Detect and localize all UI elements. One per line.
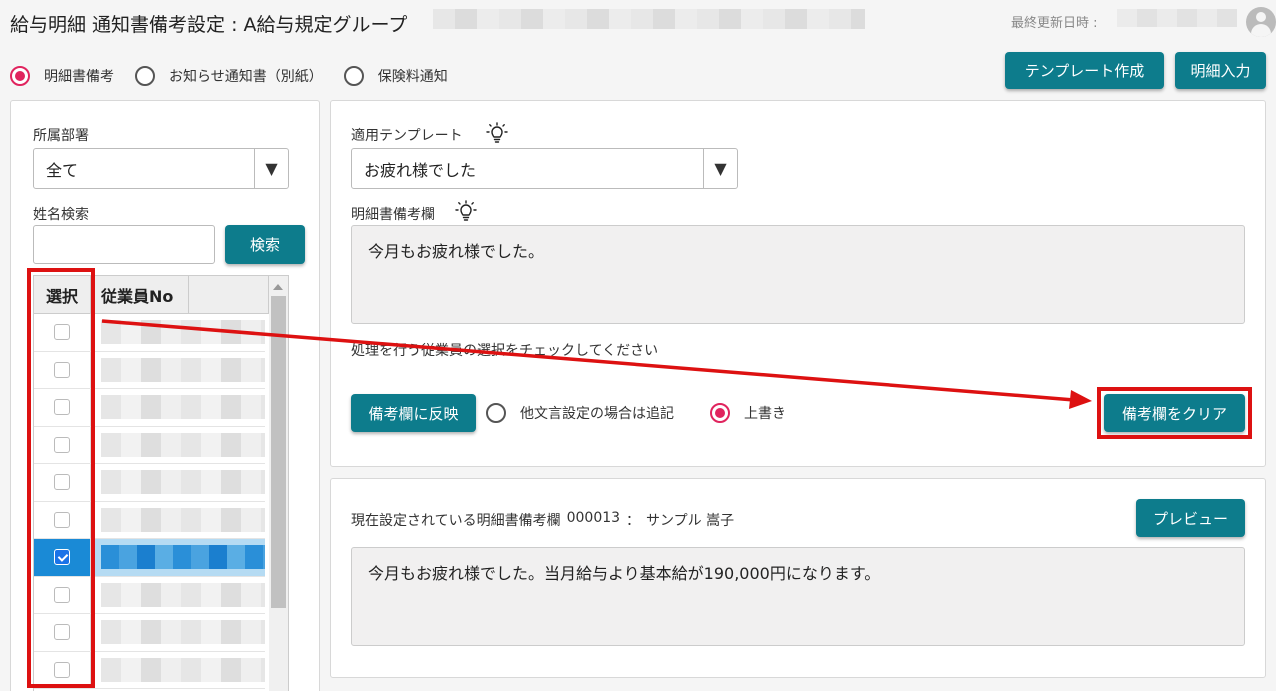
radio-label: 明細書備考 bbox=[44, 69, 114, 85]
last-updated-label: 最終更新日時 : bbox=[1011, 16, 1098, 31]
radio-append[interactable]: 他文言設定の場合は追記 bbox=[486, 403, 674, 423]
lightbulb-icon[interactable] bbox=[455, 200, 477, 222]
current-heading-text: 現在設定されている明細書備考欄 bbox=[351, 513, 561, 529]
mode-radio-notice[interactable]: お知らせ通知書（別紙） bbox=[135, 66, 323, 86]
mode-radio-insurance[interactable]: 保険料通知 bbox=[343, 66, 448, 86]
redacted-row-data bbox=[101, 507, 265, 532]
radio-label: お知らせ通知書（別紙） bbox=[169, 69, 323, 85]
redacted-row-data bbox=[101, 470, 265, 494]
radio-overwrite[interactable]: 上書き bbox=[710, 403, 786, 423]
department-label: 所属部署 bbox=[33, 128, 89, 144]
table-scrollbar[interactable] bbox=[269, 276, 288, 691]
column-header-blank bbox=[189, 276, 269, 314]
lightbulb-icon[interactable] bbox=[486, 122, 508, 144]
remarks-label: 明細書備考欄 bbox=[351, 207, 435, 223]
mode-radio-group: 明細書備考 お知らせ通知書（別紙） 保険料通知 bbox=[10, 66, 469, 86]
user-avatar-icon[interactable] bbox=[1246, 7, 1276, 37]
name-search-input[interactable] bbox=[33, 225, 215, 264]
department-select[interactable]: 全て ▼ bbox=[33, 148, 289, 189]
redacted-updated-value bbox=[1117, 9, 1237, 27]
redacted-row-data bbox=[101, 320, 265, 344]
radio-button[interactable] bbox=[486, 403, 506, 423]
template-create-button[interactable]: テンプレート作成 bbox=[1005, 52, 1164, 89]
redacted-row-data bbox=[101, 395, 265, 419]
radio-label: 上書き bbox=[744, 406, 786, 422]
apply-remarks-button[interactable]: 備考欄に反映 bbox=[351, 394, 476, 432]
current-separator: ： bbox=[626, 513, 641, 529]
current-employee-name: サンプル 嵩子 bbox=[646, 513, 735, 529]
caret-down-icon[interactable]: ▼ bbox=[703, 149, 737, 188]
mode-radio-remarks[interactable]: 明細書備考 bbox=[10, 66, 114, 86]
current-remarks-textarea: 今月もお疲れ様でした。当月給与より基本給が190,000円になります。 bbox=[351, 547, 1245, 646]
radio-button[interactable] bbox=[710, 403, 730, 423]
department-value: 全て bbox=[46, 160, 79, 180]
scroll-thumb[interactable] bbox=[271, 296, 286, 608]
redacted-header-info bbox=[433, 9, 865, 29]
redacted-row-data bbox=[101, 545, 265, 569]
radio-button[interactable] bbox=[343, 66, 364, 86]
current-employee-no: 000013 bbox=[566, 510, 621, 526]
radio-button[interactable] bbox=[135, 66, 155, 86]
redacted-row-data bbox=[101, 657, 265, 682]
redacted-row-data bbox=[101, 432, 265, 457]
template-label: 適用テンプレート bbox=[351, 128, 463, 144]
annotation-select-column-highlight bbox=[27, 268, 95, 688]
redacted-row-data bbox=[101, 357, 265, 382]
radio-button[interactable] bbox=[10, 66, 30, 86]
column-header-employee-no[interactable]: 従業員No bbox=[91, 276, 189, 314]
preview-button[interactable]: プレビュー bbox=[1136, 499, 1245, 537]
redacted-row-data bbox=[101, 620, 265, 644]
remarks-textarea[interactable]: 今月もお疲れ様でした。 bbox=[351, 225, 1245, 324]
template-select[interactable]: お疲れ様でした ▼ bbox=[351, 148, 738, 189]
annotation-clear-button-highlight bbox=[1097, 387, 1252, 439]
caret-down-icon[interactable]: ▼ bbox=[254, 149, 288, 188]
name-search-label: 姓名検索 bbox=[33, 207, 89, 223]
current-remarks-heading: 現在設定されている明細書備考欄 000013 ： サンプル 嵩子 bbox=[351, 510, 734, 530]
template-value: お疲れ様でした bbox=[364, 160, 477, 180]
page-title: 給与明細 通知書備考設定 : A給与規定グループ bbox=[10, 14, 408, 36]
radio-label: 保険料通知 bbox=[377, 69, 448, 85]
scroll-up-arrow-icon[interactable] bbox=[273, 284, 283, 290]
radio-label: 他文言設定の場合は追記 bbox=[520, 406, 674, 422]
search-button[interactable]: 検索 bbox=[225, 225, 305, 264]
detail-input-button[interactable]: 明細入力 bbox=[1175, 52, 1266, 89]
redacted-row-data bbox=[101, 582, 265, 607]
instruction-text: 処理を行う従業員の選択をチェックしてください bbox=[351, 343, 659, 359]
